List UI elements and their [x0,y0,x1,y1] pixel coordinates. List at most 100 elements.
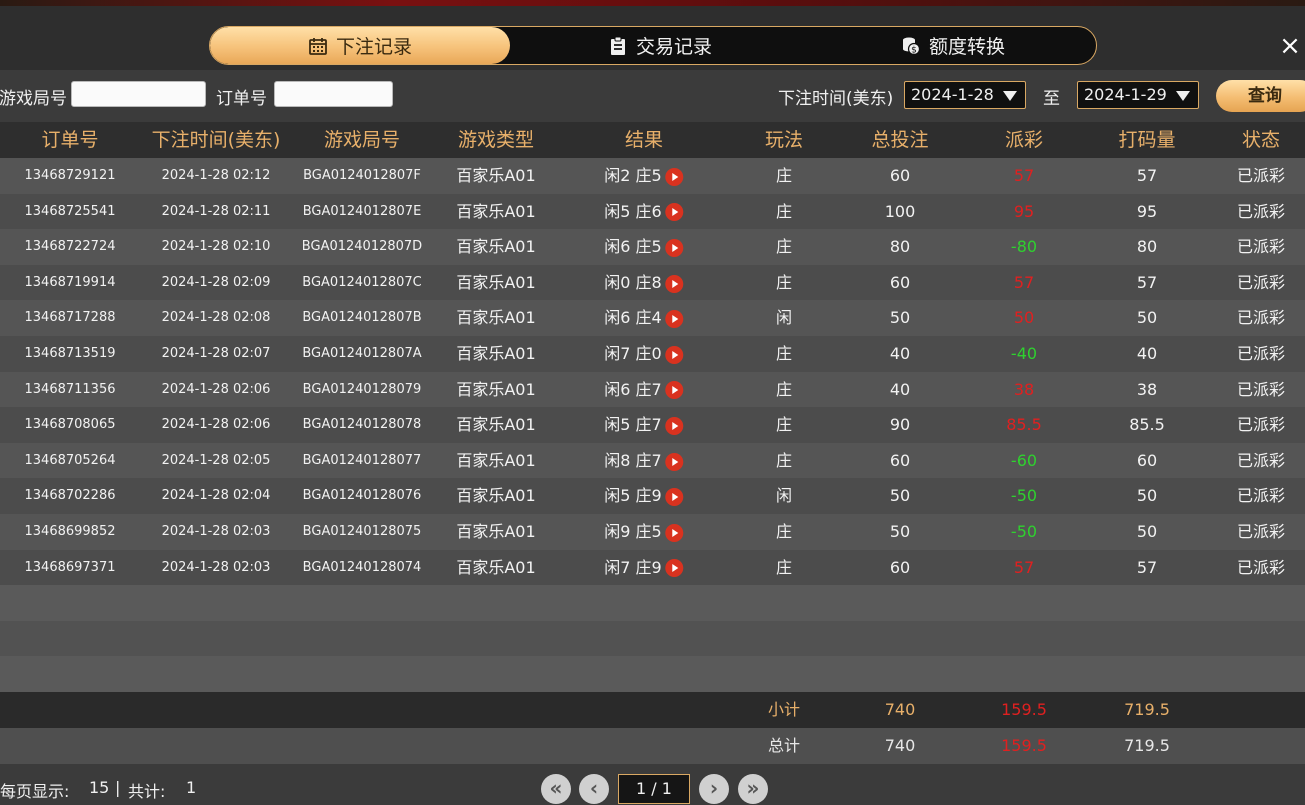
date-to-select[interactable]: 2024-1-29 [1077,81,1199,109]
status-cell: 已派彩 [1236,415,1286,435]
order-number-cell: 13468713519 [24,345,116,361]
page-separator: / [651,779,657,798]
order-number-cell: 13468719914 [24,274,116,290]
game-type-cell: 百家乐A01 [456,450,536,470]
result-cell: 闲9 庄5 [604,514,684,550]
payout-cell: -50 [1010,521,1038,541]
filter-bar: 游戏局号 订单号 下注时间(美东) 2024-1-28 至 2024-1-29 … [0,70,1305,122]
play-replay-icon[interactable] [665,416,684,435]
total-count-value: 1 [186,778,197,797]
table-header: 订单号 下注时间(美东) 游戏局号 游戏类型 结果 玩法 总投注 派彩 打码量 … [0,122,1305,158]
order-number-input[interactable] [274,81,393,107]
close-button[interactable]: × [1279,33,1301,59]
play-replay-icon[interactable] [665,274,684,293]
column-header: 状态 [1241,129,1281,151]
empty-table-row [0,656,1305,692]
tab-transaction-records[interactable]: 交易记录 [510,27,810,64]
order-number-cell: 13468702286 [24,488,116,504]
total-label: 总计 [767,736,801,755]
order-number-cell: 13468697371 [24,559,116,575]
play-replay-icon[interactable] [665,559,684,578]
play-replay-icon[interactable] [665,523,684,542]
prev-page-button[interactable]: ‹ [579,774,609,804]
bet-type-cell: 闲 [775,308,793,328]
payout-cell: -80 [1010,237,1038,257]
game-type-cell: 百家乐A01 [456,343,536,363]
payout-cell: 85.5 [1006,415,1042,435]
play-replay-icon[interactable] [665,452,684,471]
result-cell: 闲6 庄7 [604,372,684,408]
play-replay-icon[interactable] [665,238,684,257]
status-cell: 已派彩 [1236,201,1286,221]
order-number-cell: 13468711356 [24,381,116,397]
game-round-cell: BGA01240128076 [302,488,422,504]
tab-bet-records[interactable]: 下注记录 [210,27,510,64]
tab-credit-transfer[interactable]: $ 额度转换 [810,27,1096,64]
column-header: 总投注 [871,129,929,151]
tab-label: 额度转换 [928,36,1005,58]
valid-bet-cell: 50 [1136,486,1158,506]
table-row: 13468722724 2024-1-28 02:10 BGA0124012807D… [0,229,1305,265]
next-page-button[interactable]: › [699,774,729,804]
bet-type-cell: 庄 [775,237,793,257]
empty-table-row [0,585,1305,621]
column-header: 派彩 [1004,129,1044,151]
valid-bet-cell: 50 [1136,521,1158,541]
table-row: 13468719914 2024-1-28 02:09 BGA0124012807C… [0,264,1305,301]
status-cell: 已派彩 [1236,521,1286,541]
payout-cell: 95 [1013,201,1035,221]
game-type-cell: 百家乐A01 [456,272,536,292]
date-from-select[interactable]: 2024-1-28 [904,81,1026,109]
play-replay-icon[interactable] [665,381,684,400]
play-replay-icon[interactable] [665,310,684,329]
result-text: 闲5 庄9 [604,486,662,506]
column-header: 游戏类型 [457,129,535,151]
page-indicator[interactable]: 1 / 1 [618,774,690,804]
play-replay-icon[interactable] [665,203,684,222]
header-bar: 下注记录 交易记录 $ 额度转换 × [0,6,1305,70]
last-page-button[interactable]: » [738,774,768,804]
bet-time-cell: 2024-1-28 02:11 [161,203,271,219]
table-row: 13468711356 2024-1-28 02:06 BGA01240128079… [0,371,1305,408]
order-number-cell: 13468722724 [24,239,116,255]
game-round-cell: BGA0124012807B [302,310,422,326]
status-cell: 已派彩 [1236,166,1286,185]
total-bet-cell: 90 [889,415,911,435]
valid-bet-cell: 80 [1136,237,1158,257]
bet-time-label: 下注时间(美东) [778,89,894,109]
total-bet-cell: 50 [889,521,911,541]
play-replay-icon[interactable] [665,167,684,186]
table-row: 13468729121 2024-1-28 02:12 BGA0124012807F… [0,158,1305,194]
valid-bet-cell: 60 [1136,450,1158,470]
game-round-cell: BGA01240128079 [302,381,422,397]
result-text: 闲7 庄0 [604,343,662,363]
game-round-label: 游戏局号 [0,89,67,109]
result-text: 闲9 庄5 [604,521,662,541]
query-button[interactable]: 查询 [1216,80,1305,112]
total-bet: 740 [884,736,916,755]
bet-time-cell: 2024-1-28 02:09 [161,274,271,290]
date-from-value: 2024-1-28 [911,85,994,104]
first-page-button[interactable]: « [541,774,571,804]
total-bet-cell: 80 [889,237,911,257]
table-row: 13468708065 2024-1-28 02:06 BGA01240128078… [0,407,1305,443]
chevron-right-icon: › [709,776,719,800]
play-replay-icon[interactable] [665,345,684,364]
column-header: 订单号 [41,129,99,151]
total-bet-cell: 50 [889,486,911,506]
bet-time-cell: 2024-1-28 02:12 [161,168,271,183]
column-header: 打码量 [1118,129,1176,151]
order-number-cell: 13468729121 [24,168,116,183]
result-cell: 闲7 庄0 [604,336,684,372]
pagination-footer: 每页显示: 15 | 共计: 1 « ‹ 1 / 1 › » [0,764,1305,805]
bet-type-cell: 庄 [775,521,793,541]
date-to-value: 2024-1-29 [1084,85,1167,104]
play-replay-icon[interactable] [665,488,684,507]
game-round-cell: BGA0124012807C [302,274,422,290]
result-cell: 闲7 庄9 [604,550,684,586]
total-bet-cell: 40 [889,379,911,399]
game-round-input[interactable] [71,81,206,107]
total-payout: 159.5 [1001,736,1047,755]
result-text: 闲6 庄5 [604,237,662,257]
total-bet-cell: 50 [889,308,911,328]
